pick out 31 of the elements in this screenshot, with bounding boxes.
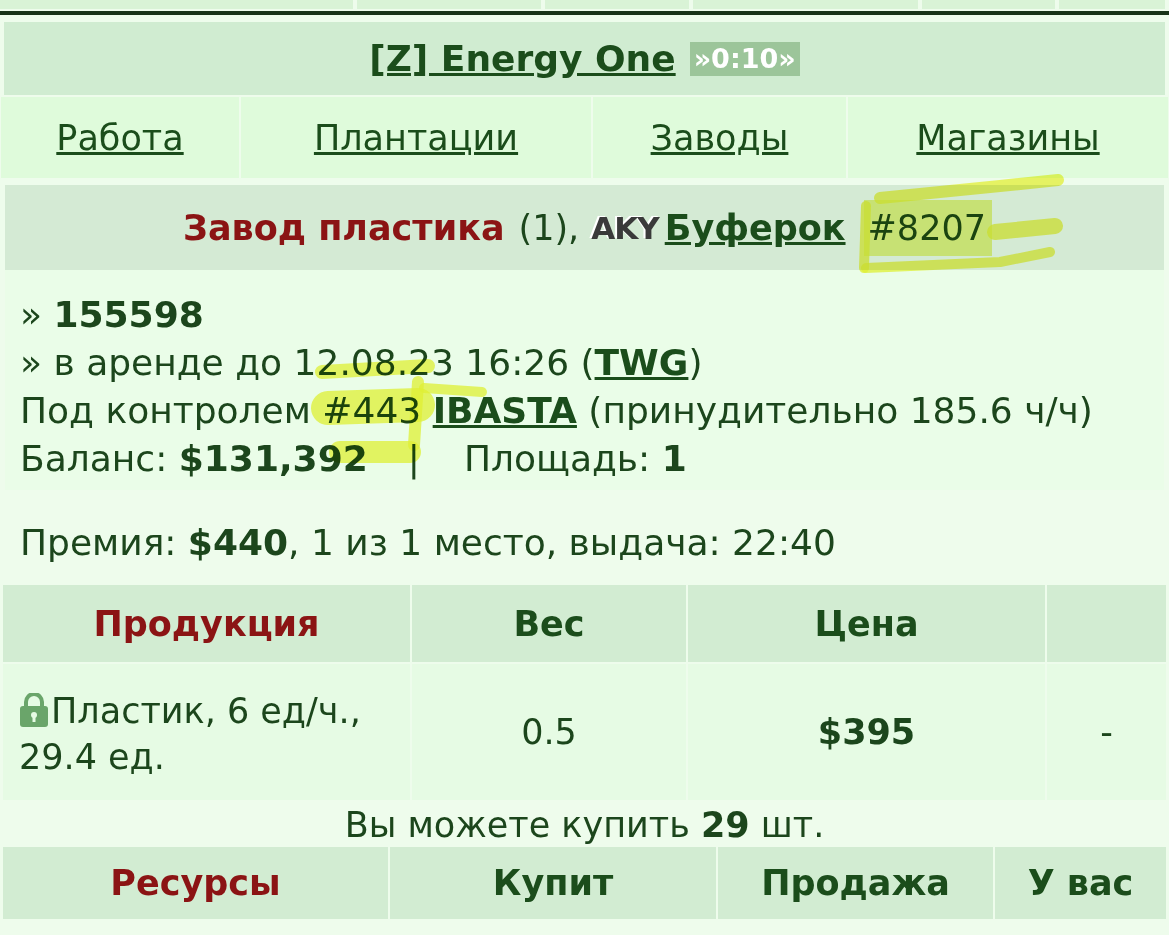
can-buy-text: Вы можете купить 29 шт. — [344, 804, 825, 846]
column-header: Ресурсы — [3, 847, 388, 919]
factory-id: #8207 — [867, 206, 986, 250]
factory-number: » 155598 — [20, 293, 204, 337]
nav-link[interactable]: Плантации — [313, 113, 519, 162]
nav-link[interactable]: Заводы — [650, 113, 789, 162]
column-header: Купит — [390, 847, 716, 919]
nav-link[interactable]: Работа — [56, 113, 184, 162]
table-cell: $395 — [688, 664, 1045, 800]
column-header: У вас — [995, 847, 1166, 919]
table-cell: 0.5 — [412, 664, 686, 800]
table-cell: Пластик, 6 ед/ч., 29.4 ед. — [3, 664, 410, 800]
column-header: Продукция — [3, 585, 410, 662]
column-header: Цена — [688, 585, 1045, 662]
area-text: Площадь: 1 — [463, 437, 687, 481]
factory-type: Завод пластика — [183, 206, 505, 250]
column-header: Вес — [412, 585, 686, 662]
clan-logo: AKY — [591, 208, 659, 248]
separator-text: | — [407, 437, 420, 482]
column-header: Продажа — [718, 847, 993, 919]
timer-badge: »0:10» — [689, 41, 800, 76]
table-cell: - — [1047, 664, 1166, 800]
company-link[interactable]: [Z] Energy One — [369, 34, 676, 83]
corp-link[interactable]: TWG — [594, 342, 689, 383]
owner-link[interactable]: Буферок — [664, 203, 846, 252]
nav-link[interactable]: Магазины — [916, 113, 1100, 162]
controller-link[interactable]: IBASTA — [432, 390, 577, 431]
premium-text: Премия: $440, 1 из 1 место, выдача: 22:40 — [20, 521, 836, 565]
control-text: Под контролем #443 IBASTA (принудительно 185.6 ч/ч) — [20, 389, 1093, 433]
balance-text: Баланс: $131,392 — [20, 437, 368, 481]
factory-count: (1), — [518, 206, 580, 250]
